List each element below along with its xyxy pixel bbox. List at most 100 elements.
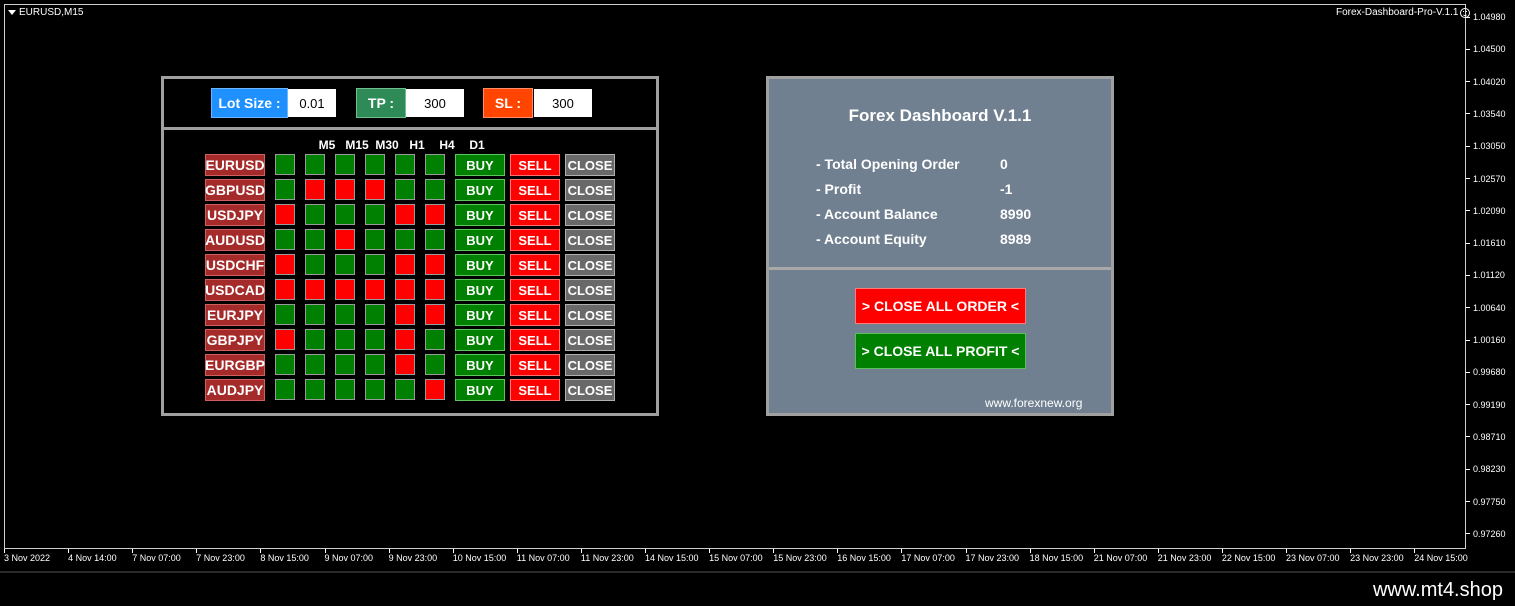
close-button[interactable]: CLOSE [565, 229, 615, 251]
signal-cell-m5 [275, 179, 295, 200]
buy-button[interactable]: BUY [455, 179, 505, 201]
time-label: 23 Nov 07:00 [1286, 549, 1340, 563]
time-label: 17 Nov 23:00 [965, 549, 1020, 563]
pair-row-usdjpy: USDJPY BUY SELL CLOSE [205, 204, 619, 226]
signal-cell-m5 [275, 254, 295, 275]
sell-button[interactable]: SELL [510, 254, 560, 276]
price-label: 0.99190 [1466, 400, 1506, 410]
buy-button[interactable]: BUY [455, 204, 505, 226]
website-link[interactable]: www.forexnew.org [985, 396, 1082, 410]
time-label: 7 Nov 23:00 [196, 549, 245, 563]
sell-button[interactable]: SELL [510, 304, 560, 326]
sell-button[interactable]: SELL [510, 279, 560, 301]
buy-button[interactable]: BUY [455, 379, 505, 401]
sl-input[interactable]: 300 [534, 89, 592, 117]
sl-button[interactable]: SL : [483, 88, 533, 118]
sell-button[interactable]: SELL [510, 204, 560, 226]
close-button[interactable]: CLOSE [565, 154, 615, 176]
pair-label-eurgbp[interactable]: EURGBP [205, 354, 265, 376]
signal-cell-m30 [335, 179, 355, 200]
signal-cell-d1 [425, 379, 445, 400]
footer-site: www.mt4.shop [1372, 579, 1503, 601]
buy-button[interactable]: BUY [455, 229, 505, 251]
buy-button[interactable]: BUY [455, 279, 505, 301]
signal-cell-m15 [305, 254, 325, 275]
sell-button[interactable]: SELL [510, 154, 560, 176]
buy-button[interactable]: BUY [455, 304, 505, 326]
chart-symbol[interactable]: EURUSD,M15 [8, 7, 83, 18]
time-label: 18 Nov 15:00 [1029, 549, 1084, 563]
signal-cell-m15 [305, 154, 325, 175]
time-label: 11 Nov 23:00 [580, 549, 634, 563]
time-label: 22 Nov 15:00 [1221, 549, 1276, 563]
tp-button[interactable]: TP : [356, 88, 406, 118]
close-button[interactable]: CLOSE [565, 379, 615, 401]
pair-label-audusd[interactable]: AUDUSD [205, 229, 265, 251]
price-label: 0.97750 [1466, 497, 1506, 507]
signal-cell-m5 [275, 279, 295, 300]
pair-label-usdchf[interactable]: USDCHF [205, 254, 265, 276]
sell-button[interactable]: SELL [510, 379, 560, 401]
sell-button[interactable]: SELL [510, 229, 560, 251]
signal-cell-m30 [335, 279, 355, 300]
close-button[interactable]: CLOSE [565, 204, 615, 226]
buy-button[interactable]: BUY [455, 354, 505, 376]
price-scale[interactable]: 1.04980 1.04500 1.04020 1.03540 1.03050 1.025… [1466, 0, 1515, 550]
pair-row-audusd: AUDUSD BUY SELL CLOSE [205, 229, 619, 251]
close-button[interactable]: CLOSE [565, 254, 615, 276]
time-axis[interactable]: 3 Nov 2022 4 Nov 14:00 7 Nov 07:00 7 Nov 23… [0, 549, 1468, 569]
buy-button[interactable]: BUY [455, 254, 505, 276]
time-label: 8 Nov 15:00 [260, 549, 309, 563]
signal-cell-m30 [335, 354, 355, 375]
pair-label-gbpjpy[interactable]: GBPJPY [205, 329, 265, 351]
pair-label-gbpusd[interactable]: GBPUSD [205, 179, 265, 201]
lot-size-button[interactable]: Lot Size : [211, 88, 288, 118]
sell-button[interactable]: SELL [510, 329, 560, 351]
time-label: 4 Nov 14:00 [68, 549, 117, 563]
signal-cell-h1 [365, 379, 385, 400]
timeframe-header-d1: D1 [469, 138, 485, 152]
pair-row-audjpy: AUDJPY BUY SELL CLOSE [205, 379, 619, 401]
buy-button[interactable]: BUY [455, 329, 505, 351]
pair-label-eurusd[interactable]: EURUSD [205, 154, 265, 176]
signal-cell-d1 [425, 229, 445, 250]
signal-cell-d1 [425, 354, 445, 375]
pair-label-audjpy[interactable]: AUDJPY [205, 379, 265, 401]
time-label: 3 Nov 2022 [4, 549, 51, 563]
price-label: 0.98710 [1466, 432, 1506, 442]
close-button[interactable]: CLOSE [565, 279, 615, 301]
stat-label: - Total Opening Order [816, 156, 960, 172]
pair-row-gbpusd: GBPUSD BUY SELL CLOSE [205, 179, 619, 201]
close-button[interactable]: CLOSE [565, 329, 615, 351]
buy-button[interactable]: BUY [455, 154, 505, 176]
signal-cell-h4 [395, 154, 415, 175]
signal-cell-d1 [425, 304, 445, 325]
footer-bar: www.mt4.shop [0, 571, 1515, 606]
time-label: 15 Nov 07:00 [709, 549, 763, 563]
price-label: 1.01120 [1466, 270, 1505, 280]
stat-label: - Account Equity [816, 231, 927, 247]
close-all-order-button[interactable]: > CLOSE ALL ORDER < [855, 288, 1026, 324]
sell-button[interactable]: SELL [510, 179, 560, 201]
pair-label-usdcad[interactable]: USDCAD [205, 279, 265, 301]
lot-size-input[interactable]: 0.01 [288, 89, 336, 117]
stat-value: 8990 [1000, 206, 1032, 222]
close-button[interactable]: CLOSE [565, 354, 615, 376]
pair-label-eurjpy[interactable]: EURJPY [205, 304, 265, 326]
signal-cell-d1 [425, 154, 445, 175]
signal-cell-m30 [335, 379, 355, 400]
time-label: 7 Nov 07:00 [132, 549, 181, 563]
sell-button[interactable]: SELL [510, 354, 560, 376]
dropdown-triangle-icon[interactable] [8, 10, 16, 15]
pair-label-usdjpy[interactable]: USDJPY [205, 204, 265, 226]
signal-cell-m15 [305, 204, 325, 225]
close-button[interactable]: CLOSE [565, 304, 615, 326]
close-all-profit-button[interactable]: > CLOSE ALL PROFIT < [855, 333, 1026, 369]
tp-input[interactable]: 300 [406, 89, 464, 117]
time-label: 9 Nov 07:00 [324, 549, 374, 563]
signal-cell-m5 [275, 379, 295, 400]
signal-cell-d1 [425, 254, 445, 275]
close-button[interactable]: CLOSE [565, 179, 615, 201]
signal-cell-h4 [395, 204, 415, 225]
dashboard-title: Forex Dashboard V.1.1 [848, 106, 1032, 125]
